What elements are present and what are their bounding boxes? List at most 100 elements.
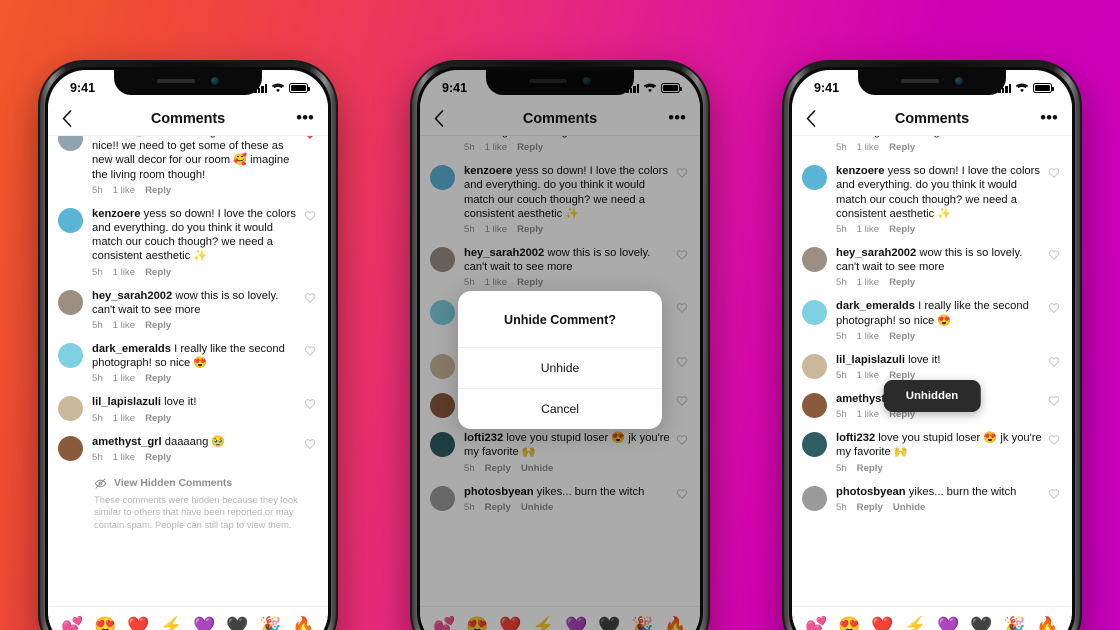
comment-item[interactable]: photosbyean yikes... burn the witch 5h Rep… bbox=[802, 476, 1062, 515]
heart-outline-icon[interactable] bbox=[1048, 356, 1060, 367]
heart-outline-icon[interactable] bbox=[1048, 249, 1060, 260]
comment-like-count[interactable]: 1 like bbox=[857, 277, 879, 288]
emoji-button-3[interactable]: ⚡ bbox=[160, 616, 182, 630]
heart-outline-icon[interactable] bbox=[1048, 488, 1060, 499]
comment-username[interactable]: amethyst_grl bbox=[92, 436, 162, 448]
comment-mention[interactable]: @kenzoere bbox=[131, 136, 191, 138]
like-comment-button[interactable] bbox=[304, 342, 318, 358]
like-comment-button[interactable] bbox=[304, 395, 318, 411]
avatar[interactable] bbox=[802, 353, 827, 379]
emoji-button-7[interactable]: 🔥 bbox=[1036, 616, 1058, 630]
comment-item[interactable]: lofti232 love you stupid loser 😍 jk you'… bbox=[802, 422, 1062, 475]
emoji-button-3[interactable]: ⚡ bbox=[904, 616, 926, 630]
comment-like-count[interactable]: 1 like bbox=[857, 142, 879, 153]
avatar[interactable] bbox=[58, 396, 83, 422]
comment-like-count[interactable]: 1 like bbox=[113, 452, 135, 463]
comment-item[interactable]: dark_emeralds I really like the second p… bbox=[802, 290, 1062, 343]
heart-outline-icon[interactable] bbox=[1048, 302, 1060, 314]
comment-item[interactable]: kenzoere yess so down! I love the colors… bbox=[802, 155, 1062, 237]
emoji-button-0[interactable]: 💕 bbox=[805, 616, 827, 630]
like-comment-button[interactable] bbox=[1048, 353, 1062, 369]
reply-button[interactable]: Reply bbox=[145, 320, 171, 331]
heart-outline-icon[interactable] bbox=[304, 292, 316, 303]
emoji-button-7[interactable]: 🔥 bbox=[292, 616, 314, 630]
avatar[interactable] bbox=[58, 136, 83, 151]
comment-item[interactable]: dark_emeralds I really like the second p… bbox=[58, 333, 318, 386]
like-comment-button[interactable] bbox=[1048, 392, 1062, 408]
comment-like-count[interactable]: 1 like bbox=[113, 320, 135, 331]
emoji-button-4[interactable]: 💜 bbox=[193, 616, 215, 630]
comment-username[interactable]: lil_lapislazuli bbox=[92, 396, 161, 408]
comment-item[interactable]: lil_lapislazuli love it!5h1 likeReply bbox=[802, 344, 1062, 383]
comment-item[interactable]: lil_lapislazuli love it!5h1 likeReply bbox=[58, 386, 318, 425]
emoji-quick-bar-1[interactable]: 💕 😍 ❤️ ⚡ 💜 🖤 🎉 🔥 bbox=[48, 606, 328, 630]
comment-username[interactable]: hey_sarah2002 bbox=[836, 247, 916, 259]
view-hidden-comments-section[interactable]: View Hidden Comments These comments were … bbox=[58, 465, 318, 539]
emoji-button-0[interactable]: 💕 bbox=[61, 616, 83, 630]
like-comment-button[interactable] bbox=[304, 207, 318, 223]
comment-username[interactable]: hey_sarah2002 bbox=[92, 290, 172, 302]
chevron-left-icon[interactable] bbox=[806, 110, 828, 127]
reply-button[interactable]: Reply bbox=[857, 463, 883, 474]
heart-outline-icon[interactable] bbox=[304, 345, 316, 356]
like-comment-button[interactable] bbox=[1048, 431, 1062, 447]
comment-username[interactable]: kenzoere bbox=[836, 165, 885, 177]
heart-outline-icon[interactable] bbox=[304, 398, 316, 410]
comment-username[interactable]: lofti232 bbox=[836, 432, 875, 444]
emoji-quick-bar-3[interactable]: 💕 😍 ❤️ ⚡ 💜 🖤 🎉 🔥 bbox=[792, 606, 1072, 630]
unhide-link[interactable]: Unhide bbox=[893, 502, 926, 513]
avatar[interactable] bbox=[58, 435, 83, 461]
reply-button[interactable]: Reply bbox=[145, 185, 171, 196]
emoji-button-5[interactable]: 🖤 bbox=[226, 616, 248, 630]
avatar[interactable] bbox=[802, 247, 827, 273]
comment-like-count[interactable]: 1 like bbox=[857, 331, 879, 342]
comment-like-count[interactable]: 1 like bbox=[113, 185, 135, 196]
comment-like-count[interactable]: 1 like bbox=[857, 370, 879, 381]
reply-button[interactable]: Reply bbox=[889, 331, 915, 342]
emoji-button-2[interactable]: ❤️ bbox=[871, 616, 893, 630]
emoji-button-1[interactable]: 😍 bbox=[94, 616, 116, 630]
reply-button[interactable]: Reply bbox=[889, 142, 915, 153]
like-comment-button[interactable] bbox=[304, 435, 318, 451]
heart-outline-icon[interactable] bbox=[1048, 167, 1060, 179]
comment-item[interactable]: amethyst_grl daaaang 🥹 5h 1 like Reply bbox=[58, 426, 318, 465]
like-comment-button[interactable] bbox=[1048, 164, 1062, 180]
comment-like-count[interactable]: 1 like bbox=[113, 373, 135, 384]
like-comment-button[interactable] bbox=[304, 289, 318, 305]
reply-button[interactable]: Reply bbox=[145, 267, 171, 278]
comment-like-count[interactable]: 1 like bbox=[113, 413, 135, 424]
comments-feed-3[interactable]: the living room though! 5h 1 like Reply kenz… bbox=[792, 136, 1072, 606]
comment-item[interactable]: hey_sarah2002 wow this is so lovely. can… bbox=[802, 237, 1062, 290]
avatar[interactable] bbox=[58, 207, 83, 233]
avatar[interactable] bbox=[802, 165, 827, 191]
avatar[interactable] bbox=[58, 289, 83, 315]
comment-like-count[interactable]: 1 like bbox=[857, 224, 879, 235]
comment-item[interactable]: kenzoere yess so down! I love the colors… bbox=[58, 198, 318, 280]
comment-item[interactable]: elsears @kenzoere omg this looks so nice… bbox=[58, 136, 318, 198]
comment-username[interactable]: elsears bbox=[92, 136, 131, 138]
comment-like-count[interactable]: 1 like bbox=[113, 267, 135, 278]
cancel-button[interactable]: Cancel bbox=[458, 388, 662, 429]
reply-button[interactable]: Reply bbox=[889, 277, 915, 288]
comment-username[interactable]: dark_emeralds bbox=[836, 300, 915, 312]
comment-username[interactable]: dark_emeralds bbox=[92, 343, 171, 355]
reply-button[interactable]: Reply bbox=[857, 502, 883, 513]
chevron-left-icon[interactable] bbox=[62, 110, 84, 127]
comments-feed-1[interactable]: elsears @kenzoere omg this looks so nice… bbox=[48, 136, 328, 606]
more-options-icon[interactable]: ••• bbox=[1036, 109, 1058, 126]
reply-button[interactable]: Reply bbox=[145, 373, 171, 384]
comment-like-count[interactable]: 1 like bbox=[857, 409, 879, 420]
heart-filled-icon[interactable] bbox=[304, 136, 316, 139]
emoji-button-6[interactable]: 🎉 bbox=[1003, 616, 1025, 630]
unhide-button[interactable]: Unhide bbox=[458, 347, 662, 388]
like-comment-button[interactable] bbox=[304, 136, 318, 141]
like-comment-button[interactable] bbox=[1048, 299, 1062, 315]
comment-username[interactable]: lil_lapislazuli bbox=[836, 354, 905, 366]
avatar[interactable] bbox=[802, 485, 827, 511]
like-comment-button[interactable] bbox=[1048, 246, 1062, 262]
like-comment-button[interactable] bbox=[1048, 485, 1062, 501]
emoji-button-6[interactable]: 🎉 bbox=[259, 616, 281, 630]
avatar[interactable] bbox=[58, 343, 83, 369]
more-options-icon[interactable]: ••• bbox=[292, 109, 314, 126]
emoji-button-1[interactable]: 😍 bbox=[838, 616, 860, 630]
